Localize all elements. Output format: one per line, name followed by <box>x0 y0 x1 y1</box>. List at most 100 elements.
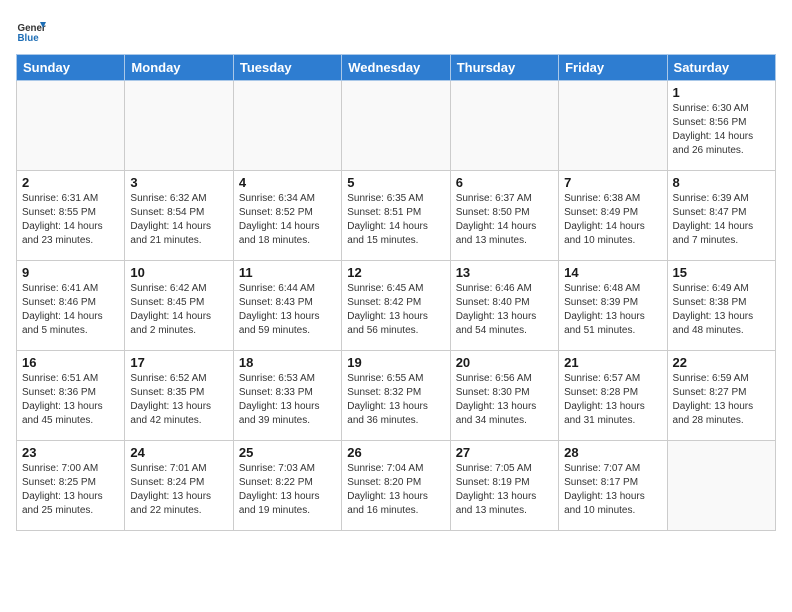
calendar-cell: 1Sunrise: 6:30 AM Sunset: 8:56 PM Daylig… <box>667 81 775 171</box>
calendar-week-3: 9 Sunrise: 6:41 AM Sunset: 8:46 PM Daylig… <box>17 261 776 351</box>
calendar-cell: 3 Sunrise: 6:32 AM Sunset: 8:54 PM Daylig… <box>125 171 233 261</box>
day-info: Sunrise: 6:44 AM Sunset: 8:43 PM Dayligh… <box>239 282 336 338</box>
calendar-cell: 23Sunrise: 7:00 AM Sunset: 8:25 PM Dayli… <box>17 441 125 531</box>
day-info: Sunrise: 6:35 AM Sunset: 8:51 PM Dayligh… <box>347 192 444 248</box>
calendar-cell <box>125 81 233 171</box>
day-number: 18 <box>239 355 336 370</box>
day-number: 5 <box>347 175 444 190</box>
logo: General Blue <box>16 16 50 46</box>
day-info: Sunrise: 6:30 AM Sunset: 8:56 PM Dayligh… <box>673 102 770 158</box>
weekday-header-tuesday: Tuesday <box>233 55 341 81</box>
calendar-table: SundayMondayTuesdayWednesdayThursdayFrid… <box>16 54 776 531</box>
calendar-week-2: 2 Sunrise: 6:31 AM Sunset: 8:55 PM Daylig… <box>17 171 776 261</box>
calendar-cell: 8 Sunrise: 6:39 AM Sunset: 8:47 PM Daylig… <box>667 171 775 261</box>
day-info: Sunrise: 6:55 AM Sunset: 8:32 PM Dayligh… <box>347 372 444 428</box>
day-info: Sunrise: 7:01 AM Sunset: 8:24 PM Dayligh… <box>130 462 227 518</box>
day-info: Sunrise: 6:32 AM Sunset: 8:54 PM Dayligh… <box>130 192 227 248</box>
day-number: 26 <box>347 445 444 460</box>
weekday-header-saturday: Saturday <box>667 55 775 81</box>
day-info: Sunrise: 6:56 AM Sunset: 8:30 PM Dayligh… <box>456 372 553 428</box>
calendar-cell <box>233 81 341 171</box>
day-info: Sunrise: 6:53 AM Sunset: 8:33 PM Dayligh… <box>239 372 336 428</box>
calendar-cell: 12 Sunrise: 6:45 AM Sunset: 8:42 PM Dayli… <box>342 261 450 351</box>
weekday-header-monday: Monday <box>125 55 233 81</box>
weekday-header-wednesday: Wednesday <box>342 55 450 81</box>
calendar-cell <box>450 81 558 171</box>
calendar-cell: 14 Sunrise: 6:48 AM Sunset: 8:39 PM Dayli… <box>559 261 667 351</box>
weekday-header-sunday: Sunday <box>17 55 125 81</box>
calendar-cell: 6 Sunrise: 6:37 AM Sunset: 8:50 PM Daylig… <box>450 171 558 261</box>
day-info: Sunrise: 6:42 AM Sunset: 8:45 PM Dayligh… <box>130 282 227 338</box>
day-number: 10 <box>130 265 227 280</box>
day-number: 25 <box>239 445 336 460</box>
calendar-cell: 19 Sunrise: 6:55 AM Sunset: 8:32 PM Dayli… <box>342 351 450 441</box>
calendar-cell: 27Sunrise: 7:05 AM Sunset: 8:19 PM Dayli… <box>450 441 558 531</box>
calendar-cell: 15 Sunrise: 6:49 AM Sunset: 8:38 PM Dayli… <box>667 261 775 351</box>
day-number: 2 <box>22 175 119 190</box>
day-number: 15 <box>673 265 770 280</box>
weekday-header-friday: Friday <box>559 55 667 81</box>
day-number: 19 <box>347 355 444 370</box>
day-info: Sunrise: 6:45 AM Sunset: 8:42 PM Dayligh… <box>347 282 444 338</box>
calendar-cell: 2 Sunrise: 6:31 AM Sunset: 8:55 PM Daylig… <box>17 171 125 261</box>
calendar-cell: 28Sunrise: 7:07 AM Sunset: 8:17 PM Dayli… <box>559 441 667 531</box>
day-info: Sunrise: 6:52 AM Sunset: 8:35 PM Dayligh… <box>130 372 227 428</box>
day-info: Sunrise: 6:51 AM Sunset: 8:36 PM Dayligh… <box>22 372 119 428</box>
day-info: Sunrise: 7:04 AM Sunset: 8:20 PM Dayligh… <box>347 462 444 518</box>
calendar-cell: 9 Sunrise: 6:41 AM Sunset: 8:46 PM Daylig… <box>17 261 125 351</box>
calendar-cell: 20 Sunrise: 6:56 AM Sunset: 8:30 PM Dayli… <box>450 351 558 441</box>
calendar-cell: 7 Sunrise: 6:38 AM Sunset: 8:49 PM Daylig… <box>559 171 667 261</box>
calendar-week-1: 1Sunrise: 6:30 AM Sunset: 8:56 PM Daylig… <box>17 81 776 171</box>
day-number: 14 <box>564 265 661 280</box>
day-info: Sunrise: 6:57 AM Sunset: 8:28 PM Dayligh… <box>564 372 661 428</box>
calendar-cell: 13 Sunrise: 6:46 AM Sunset: 8:40 PM Dayli… <box>450 261 558 351</box>
day-info: Sunrise: 6:38 AM Sunset: 8:49 PM Dayligh… <box>564 192 661 248</box>
day-number: 17 <box>130 355 227 370</box>
page-header: General Blue <box>16 16 776 46</box>
calendar-cell <box>342 81 450 171</box>
day-info: Sunrise: 6:48 AM Sunset: 8:39 PM Dayligh… <box>564 282 661 338</box>
day-info: Sunrise: 6:49 AM Sunset: 8:38 PM Dayligh… <box>673 282 770 338</box>
day-number: 20 <box>456 355 553 370</box>
day-number: 24 <box>130 445 227 460</box>
day-info: Sunrise: 6:37 AM Sunset: 8:50 PM Dayligh… <box>456 192 553 248</box>
day-info: Sunrise: 6:31 AM Sunset: 8:55 PM Dayligh… <box>22 192 119 248</box>
calendar-cell <box>17 81 125 171</box>
day-number: 4 <box>239 175 336 190</box>
day-number: 7 <box>564 175 661 190</box>
calendar-cell: 16 Sunrise: 6:51 AM Sunset: 8:36 PM Dayli… <box>17 351 125 441</box>
calendar-cell: 22 Sunrise: 6:59 AM Sunset: 8:27 PM Dayli… <box>667 351 775 441</box>
calendar-cell <box>667 441 775 531</box>
calendar-cell: 11Sunrise: 6:44 AM Sunset: 8:43 PM Dayli… <box>233 261 341 351</box>
day-number: 6 <box>456 175 553 190</box>
calendar-cell: 21 Sunrise: 6:57 AM Sunset: 8:28 PM Dayli… <box>559 351 667 441</box>
calendar-week-4: 16 Sunrise: 6:51 AM Sunset: 8:36 PM Dayli… <box>17 351 776 441</box>
logo-icon: General Blue <box>16 16 46 46</box>
day-info: Sunrise: 7:00 AM Sunset: 8:25 PM Dayligh… <box>22 462 119 518</box>
day-number: 9 <box>22 265 119 280</box>
day-number: 13 <box>456 265 553 280</box>
calendar-cell <box>559 81 667 171</box>
day-number: 3 <box>130 175 227 190</box>
day-number: 21 <box>564 355 661 370</box>
day-number: 22 <box>673 355 770 370</box>
day-info: Sunrise: 6:41 AM Sunset: 8:46 PM Dayligh… <box>22 282 119 338</box>
day-number: 28 <box>564 445 661 460</box>
calendar-body: 1Sunrise: 6:30 AM Sunset: 8:56 PM Daylig… <box>17 81 776 531</box>
calendar-cell: 18 Sunrise: 6:53 AM Sunset: 8:33 PM Dayli… <box>233 351 341 441</box>
calendar-cell: 17 Sunrise: 6:52 AM Sunset: 8:35 PM Dayli… <box>125 351 233 441</box>
day-number: 8 <box>673 175 770 190</box>
day-number: 16 <box>22 355 119 370</box>
calendar-cell: 4 Sunrise: 6:34 AM Sunset: 8:52 PM Daylig… <box>233 171 341 261</box>
calendar-cell: 26 Sunrise: 7:04 AM Sunset: 8:20 PM Dayli… <box>342 441 450 531</box>
svg-text:Blue: Blue <box>18 33 40 44</box>
calendar-cell: 10 Sunrise: 6:42 AM Sunset: 8:45 PM Dayli… <box>125 261 233 351</box>
day-info: Sunrise: 6:34 AM Sunset: 8:52 PM Dayligh… <box>239 192 336 248</box>
day-info: Sunrise: 6:59 AM Sunset: 8:27 PM Dayligh… <box>673 372 770 428</box>
day-number: 12 <box>347 265 444 280</box>
weekday-header-row: SundayMondayTuesdayWednesdayThursdayFrid… <box>17 55 776 81</box>
day-info: Sunrise: 6:39 AM Sunset: 8:47 PM Dayligh… <box>673 192 770 248</box>
calendar-cell: 24 Sunrise: 7:01 AM Sunset: 8:24 PM Dayli… <box>125 441 233 531</box>
day-info: Sunrise: 6:46 AM Sunset: 8:40 PM Dayligh… <box>456 282 553 338</box>
day-info: Sunrise: 7:05 AM Sunset: 8:19 PM Dayligh… <box>456 462 553 518</box>
